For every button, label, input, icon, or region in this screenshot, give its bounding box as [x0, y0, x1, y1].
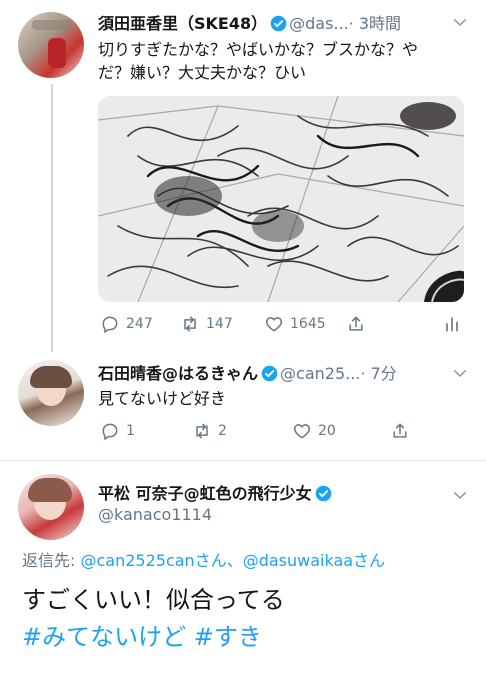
- share-icon: [393, 423, 407, 438]
- reply-icon: [102, 423, 118, 440]
- avatar[interactable]: [18, 360, 84, 426]
- tweet-text: 切りすぎたかな？やばいかな？ブスかな？や: [98, 40, 419, 59]
- reply-button[interactable]: 247: [100, 314, 153, 334]
- retweet-count: 2: [218, 423, 227, 439]
- chevron-down-icon[interactable]: [451, 13, 469, 31]
- retweet-icon: [184, 316, 196, 332]
- avatar[interactable]: [18, 12, 84, 78]
- verified-badge-icon: [261, 365, 278, 382]
- tweet-photo[interactable]: [98, 96, 464, 302]
- reply-count: 247: [126, 316, 153, 332]
- thread-line: [51, 84, 53, 352]
- avatar[interactable]: [18, 474, 84, 540]
- like-button[interactable]: 20: [292, 421, 336, 441]
- analytics-icon: [446, 317, 458, 332]
- reply-icon: [102, 316, 118, 333]
- author-name[interactable]: 須田亜香里（SKE48）: [98, 14, 267, 33]
- chevron-down-icon[interactable]: [451, 364, 469, 382]
- hair-clippings-image: [98, 96, 464, 302]
- heart-icon: [293, 424, 311, 439]
- replying-to-users[interactable]: @can2525canさん、@dasuwaikaaさん: [80, 551, 385, 570]
- hashtags[interactable]: #みてないけど #すき: [22, 621, 262, 653]
- author-name[interactable]: 石田晴香@はるきゃん: [98, 364, 258, 383]
- reply-count: 1: [126, 423, 135, 439]
- verified-badge-icon: [270, 15, 287, 32]
- reply-button[interactable]: 1: [100, 421, 135, 441]
- verified-badge-icon: [315, 485, 331, 502]
- replying-to: 返信先: @can2525canさん、@dasuwaikaaさん: [22, 547, 385, 571]
- author-handle[interactable]: @can25...: [280, 364, 360, 383]
- author-handle[interactable]: @kanaco1114: [98, 505, 212, 524]
- replying-to-label: 返信先:: [22, 551, 81, 570]
- analytics-button[interactable]: [442, 314, 462, 334]
- like-count: 20: [318, 423, 336, 439]
- share-button[interactable]: [346, 314, 366, 334]
- author-name[interactable]: 平松 可奈子@虹色の飛行少女: [98, 484, 312, 503]
- retweet-button[interactable]: 147: [180, 314, 233, 334]
- tweet-text: すごくいい！似合ってる: [22, 586, 285, 614]
- author-handle[interactable]: @das...: [289, 14, 349, 33]
- retweet-icon: [196, 423, 208, 439]
- like-count: 1645: [290, 316, 326, 332]
- timestamp[interactable]: · 7分: [360, 364, 396, 383]
- retweet-count: 147: [206, 316, 233, 332]
- divider: [0, 460, 486, 461]
- like-button[interactable]: 1645: [264, 314, 326, 334]
- retweet-button[interactable]: 2: [192, 421, 227, 441]
- timestamp[interactable]: · 3時間: [349, 14, 401, 33]
- share-button[interactable]: [390, 421, 410, 441]
- share-icon: [349, 316, 363, 331]
- heart-icon: [265, 317, 283, 332]
- tweet-text: だ？嫌い？大丈夫かな？ひい: [98, 63, 307, 82]
- tweet-text: 見てないけど好き: [98, 389, 227, 408]
- chevron-down-icon[interactable]: [451, 486, 469, 504]
